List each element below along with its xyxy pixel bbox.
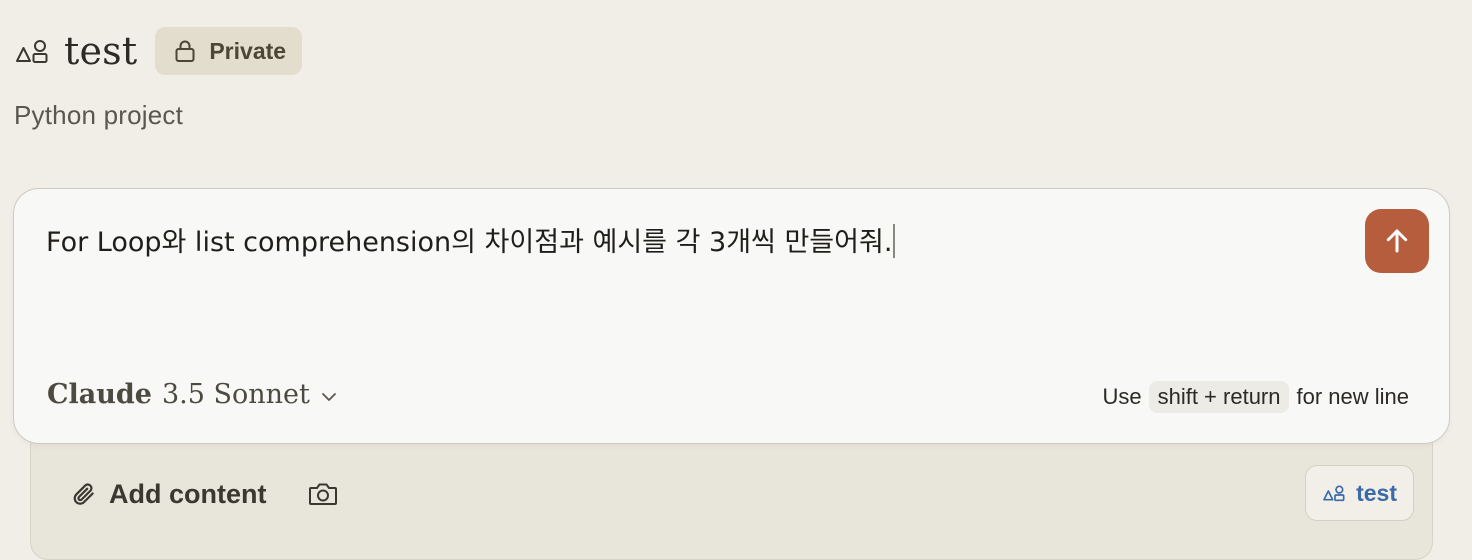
- visibility-badge[interactable]: Private: [155, 27, 303, 75]
- add-content-label: Add content: [109, 478, 267, 509]
- prompt-text: For Loop와 list comprehension의 차이점과 예시를 각…: [46, 227, 893, 258]
- tray-actions: Add content: [71, 473, 340, 515]
- project-chip[interactable]: test: [1305, 465, 1414, 521]
- add-content-button[interactable]: Add content: [71, 479, 266, 510]
- text-caret: [893, 224, 896, 258]
- arrow-up-icon: [1382, 226, 1412, 256]
- model-brand: Claude: [47, 379, 152, 410]
- visibility-label: Private: [209, 37, 287, 64]
- project-chip-label: test: [1356, 479, 1397, 506]
- hint-key: shift + return: [1148, 381, 1290, 413]
- hint-prefix: Use: [1102, 384, 1142, 409]
- chevron-down-icon: [320, 388, 338, 406]
- shapes-icon: [1322, 481, 1346, 505]
- message-composer: For Loop와 list comprehension의 차이점과 예시를 각…: [13, 188, 1450, 444]
- hint-suffix: for new line: [1296, 384, 1409, 409]
- model-name: 3.5 Sonnet: [161, 379, 310, 410]
- newline-hint: Use shift + return for new line: [1102, 381, 1409, 413]
- project-header: test Private: [14, 24, 303, 78]
- camera-icon[interactable]: [306, 477, 340, 511]
- prompt-input[interactable]: For Loop와 list comprehension의 차이점과 예시를 각…: [46, 223, 1326, 263]
- paperclip-icon: [71, 481, 97, 507]
- send-button[interactable]: [1365, 209, 1429, 273]
- lock-icon: [173, 39, 197, 63]
- project-description: Python project: [14, 100, 184, 130]
- model-selector[interactable]: Claude 3.5 Sonnet: [47, 379, 338, 410]
- project-title: test: [64, 29, 138, 73]
- shapes-icon: [14, 33, 50, 69]
